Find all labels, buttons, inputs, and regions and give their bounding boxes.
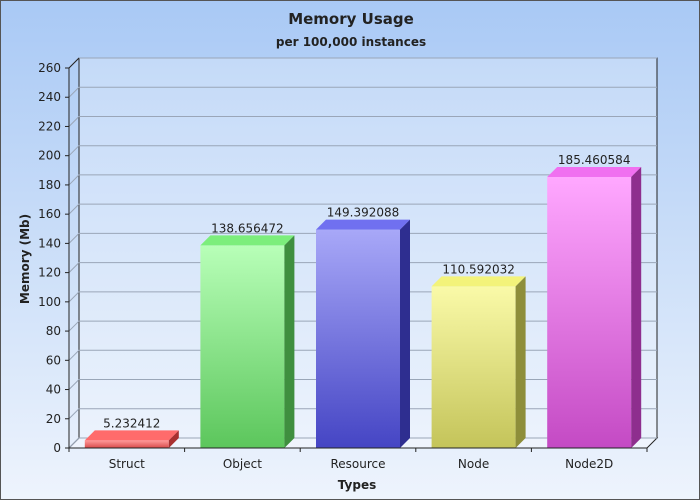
bar-front [84,440,169,448]
bar-front [431,286,516,448]
bar-side [631,166,642,448]
chart-frame: Memory Usage per 100,000 instances 0 20 40… [0,0,700,500]
bar-top [200,235,295,246]
bar-top [431,276,526,287]
data-label: 110.592032 [442,262,515,276]
x-axis-ticks: Struct Object Resource Node Node2D [68,448,648,471]
y-tick-label: 80 [46,324,61,338]
y-tick-label: 200 [38,149,61,163]
chart-title: Memory Usage [288,10,414,28]
bar-front [316,229,400,448]
y-axis-depth-line [68,57,80,69]
y-tick-label: 120 [38,266,61,280]
y-tick-label: 140 [38,236,61,250]
bar-top [84,430,179,441]
y-tick-label: 160 [38,207,61,221]
y-tick-label: 0 [53,441,61,455]
bar-front [547,176,632,448]
x-axis-title: Types [338,478,376,492]
chart-subtitle: per 100,000 instances [276,35,426,49]
y-tick-label: 40 [46,383,61,397]
bar-side [515,276,526,448]
y-tick-label: 20 [46,412,61,426]
data-label: 149.392088 [327,206,400,220]
x-tick-label: Resource [330,457,385,471]
x-tick-label: Node [458,457,489,471]
y-axis-ticks: 0 20 40 60 80 100 120 140 160 180 200 220 240 260 [38,61,69,455]
bar-side [400,219,410,448]
chart-canvas: Memory Usage per 100,000 instances 0 20 40… [18,10,659,492]
y-tick-label: 180 [38,178,61,192]
bar-side [284,235,295,448]
y-tick-label: 60 [46,353,61,367]
bar-top [316,219,410,230]
x-tick-label: Struct [109,457,145,471]
y-tick-label: 220 [38,119,61,133]
y-tick-label: 240 [38,90,61,104]
x-tick-label: Object [223,457,262,471]
data-label: 138.656472 [211,221,284,235]
y-tick-label: 260 [38,61,61,75]
data-label: 5.232412 [103,416,160,430]
x-tick-label: Node2D [565,457,613,471]
bar-front [200,245,285,448]
y-tick-label: 100 [38,295,61,309]
data-label: 185.460584 [558,153,631,167]
bar-top [547,166,642,177]
y-axis-title: Memory (Mb) [18,214,32,304]
